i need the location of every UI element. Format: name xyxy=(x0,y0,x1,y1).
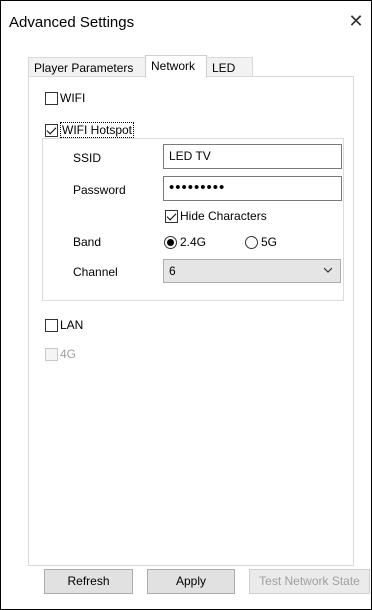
band-2-4g-radio-row[interactable]: 2.4G xyxy=(164,235,206,249)
wifi-checkbox[interactable] xyxy=(45,91,58,105)
lan-checkbox-row[interactable]: LAN xyxy=(45,318,83,332)
wifi-label: WIFI xyxy=(60,91,86,105)
window-title: Advanced Settings xyxy=(9,14,135,31)
chevron-down-icon xyxy=(324,267,332,273)
wifi-checkbox-row[interactable]: WIFI xyxy=(45,91,85,105)
wifi-hotspot-checkbox-row[interactable]: WIFI Hotspot xyxy=(45,122,135,138)
advanced-settings-window: Advanced Settings ✕ Player Parameters Ne… xyxy=(0,0,372,610)
tab-led[interactable]: LED xyxy=(206,57,253,77)
fourg-checkbox xyxy=(45,347,58,361)
channel-value: 6 xyxy=(169,264,176,278)
password-input[interactable]: ••••••••• xyxy=(163,176,342,201)
ssid-input[interactable]: LED TV xyxy=(163,144,342,169)
apply-button[interactable]: Apply xyxy=(147,569,235,594)
fourg-label: 4G xyxy=(60,347,77,361)
band-5g-radio-row[interactable]: 5G xyxy=(245,235,277,249)
band-5g-radio[interactable] xyxy=(245,235,258,249)
band-2-4g-radio[interactable] xyxy=(164,235,177,249)
close-icon[interactable]: ✕ xyxy=(346,11,366,31)
band-2-4g-label: 2.4G xyxy=(180,235,207,249)
channel-label: Channel xyxy=(73,265,118,279)
hide-characters-checkbox[interactable] xyxy=(165,209,178,223)
band-5g-label: 5G xyxy=(261,235,278,249)
test-network-state-button: Test Network State xyxy=(249,569,370,594)
tab-network[interactable]: Network xyxy=(145,55,207,78)
band-label: Band xyxy=(73,235,102,249)
lan-label: LAN xyxy=(60,318,84,332)
refresh-button[interactable]: Refresh xyxy=(44,569,133,594)
ssid-label: SSID xyxy=(73,151,102,165)
password-label: Password xyxy=(73,183,126,197)
title-bar: Advanced Settings ✕ xyxy=(1,1,371,43)
wifi-hotspot-label: WIFI Hotspot xyxy=(60,122,135,138)
hide-characters-checkbox-row[interactable]: Hide Characters xyxy=(165,209,267,223)
hide-characters-label: Hide Characters xyxy=(180,209,267,223)
lan-checkbox[interactable] xyxy=(45,318,58,332)
wifi-hotspot-checkbox[interactable] xyxy=(45,123,58,137)
fourg-checkbox-row: 4G xyxy=(45,347,76,361)
channel-select[interactable]: 6 xyxy=(163,259,341,283)
tab-player-parameters[interactable]: Player Parameters xyxy=(28,57,146,77)
